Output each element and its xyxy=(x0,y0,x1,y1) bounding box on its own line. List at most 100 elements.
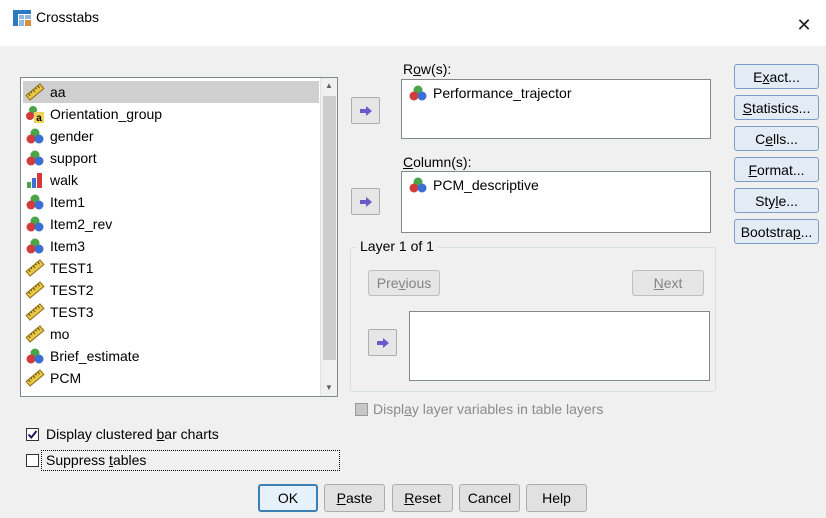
variable-type-icon xyxy=(25,171,50,189)
clustered-bar-charts-label: Display clustered bar charts xyxy=(46,426,219,442)
variable-name: PCM xyxy=(50,370,82,386)
clustered-bar-charts-checkbox[interactable] xyxy=(26,428,39,441)
variable-name: mo xyxy=(50,326,70,342)
nominal-icon xyxy=(409,85,427,101)
close-icon: ✕ xyxy=(796,15,812,35)
ruler-icon xyxy=(25,281,45,299)
variable-type-icon xyxy=(25,325,50,343)
variable-list-scrollbar[interactable]: ▲ ▼ xyxy=(320,78,337,396)
variable-type-icon xyxy=(25,369,50,387)
variable-list-item[interactable]: Item3 xyxy=(25,235,317,257)
nominal-icon xyxy=(26,216,44,232)
reset-button[interactable]: Reset xyxy=(392,484,453,512)
ruler-icon xyxy=(25,259,45,277)
window-title: Crosstabs xyxy=(36,9,100,25)
variable-list-item[interactable]: a Orientation_group xyxy=(25,103,317,125)
suppress-tables-checkbox[interactable] xyxy=(26,454,39,467)
rows-variable-item[interactable]: Performance_trajector xyxy=(408,84,572,102)
variable-name: Item3 xyxy=(50,238,86,254)
statistics-button[interactable]: Statistics... xyxy=(734,95,819,120)
variable-name: TEST1 xyxy=(50,260,94,276)
nominal-string-icon: a xyxy=(26,106,44,123)
nominal-icon xyxy=(26,128,44,144)
ruler-icon xyxy=(25,83,45,101)
checkmark-icon xyxy=(27,430,38,440)
right-arrow-icon xyxy=(359,105,372,116)
variable-name: Brief_estimate xyxy=(50,348,140,364)
variable-name: Item1 xyxy=(50,194,86,210)
rows-label: Row(s): xyxy=(403,61,452,77)
right-arrow-icon xyxy=(359,196,372,207)
variable-list-item[interactable]: TEST3 xyxy=(25,301,317,323)
variable-type-icon xyxy=(25,83,50,101)
variable-name: TEST3 xyxy=(50,304,94,320)
variable-type-icon xyxy=(25,259,50,277)
variable-name: walk xyxy=(50,172,79,188)
variable-list-item[interactable]: Item1 xyxy=(25,191,317,213)
paste-button[interactable]: Paste xyxy=(324,484,385,512)
title-bar: Crosstabs ✕ xyxy=(0,0,826,46)
nominal-icon xyxy=(26,150,44,166)
ok-button[interactable]: OK xyxy=(258,484,318,512)
variable-list-item[interactable]: gender xyxy=(25,125,317,147)
variable-type-icon: a xyxy=(25,105,50,123)
rows-variable-name: Performance_trajector xyxy=(433,85,572,101)
layer-title: Layer 1 of 1 xyxy=(356,238,438,254)
previous-layer-button[interactable]: Pre v ious xyxy=(368,270,440,296)
ruler-icon xyxy=(25,369,45,387)
exact-button[interactable]: Ex act... xyxy=(734,64,819,89)
variable-list-item[interactable]: TEST1 xyxy=(25,257,317,279)
source-variable-list[interactable]: PCM Brief_estimate mo TEST3 TEST2 TEST1 Item3 I… xyxy=(20,77,338,397)
variable-type-icon xyxy=(25,149,50,167)
columns-label: Column(s): xyxy=(403,154,472,170)
scroll-up-arrow-icon[interactable]: ▲ xyxy=(321,78,337,94)
variable-list-item[interactable]: aa xyxy=(23,81,319,103)
cells-button[interactable]: Ce lls... xyxy=(734,126,819,151)
variable-type-icon xyxy=(25,127,50,145)
cancel-button[interactable]: Cancel xyxy=(459,484,520,512)
format-button[interactable]: Format... xyxy=(734,157,819,182)
variable-list-item[interactable]: Item2_rev xyxy=(25,213,317,235)
columns-variable-item[interactable]: PCM_descriptive xyxy=(408,176,539,194)
layer-target-list[interactable] xyxy=(409,311,710,381)
help-button[interactable]: Help xyxy=(526,484,587,512)
columns-target-list[interactable]: PCM_descriptive xyxy=(401,171,711,233)
nominal-icon xyxy=(26,194,44,210)
variable-name: aa xyxy=(50,84,66,100)
crosstabs-app-icon xyxy=(13,10,31,26)
ruler-icon xyxy=(25,325,45,343)
next-layer-button[interactable]: Next xyxy=(632,270,704,296)
display-layer-label: Display layer variables in table layers xyxy=(373,401,604,417)
variable-name: TEST2 xyxy=(50,282,94,298)
variable-type-icon xyxy=(25,281,50,299)
variable-name: Item2_rev xyxy=(50,216,113,232)
variable-list-item[interactable]: support xyxy=(25,147,317,169)
variable-name: Orientation_group xyxy=(50,106,163,122)
suppress-tables-label: Suppress tables xyxy=(46,452,147,468)
nominal-icon xyxy=(409,177,427,193)
move-to-columns-button[interactable] xyxy=(351,188,380,215)
move-to-rows-button[interactable] xyxy=(351,97,380,124)
ruler-icon xyxy=(25,303,45,321)
columns-variable-name: PCM_descriptive xyxy=(433,177,539,193)
bootstrap-button[interactable]: Bootstra p... xyxy=(734,219,819,244)
scroll-down-arrow-icon[interactable]: ▼ xyxy=(321,380,337,396)
variable-list-item[interactable]: PCM xyxy=(25,367,317,389)
nominal-icon xyxy=(26,348,44,364)
variable-list-item[interactable]: mo xyxy=(25,323,317,345)
variable-list-item[interactable]: Brief_estimate xyxy=(25,345,317,367)
style-button[interactable]: Sty l e... xyxy=(734,188,819,213)
variable-list-item[interactable]: TEST2 xyxy=(25,279,317,301)
svg-text:a: a xyxy=(36,113,42,123)
variable-type-icon xyxy=(25,237,50,255)
variable-name: support xyxy=(50,150,97,166)
variable-type-icon xyxy=(25,347,50,365)
scroll-thumb[interactable] xyxy=(323,96,336,360)
display-layer-checkbox[interactable] xyxy=(355,403,368,416)
variable-list-item[interactable]: walk xyxy=(25,169,317,191)
close-button[interactable]: ✕ xyxy=(782,0,826,46)
variable-type-icon xyxy=(25,215,50,233)
rows-target-list[interactable]: Performance_trajector xyxy=(401,79,711,139)
ordinal-icon xyxy=(27,173,42,188)
nominal-icon xyxy=(26,238,44,254)
